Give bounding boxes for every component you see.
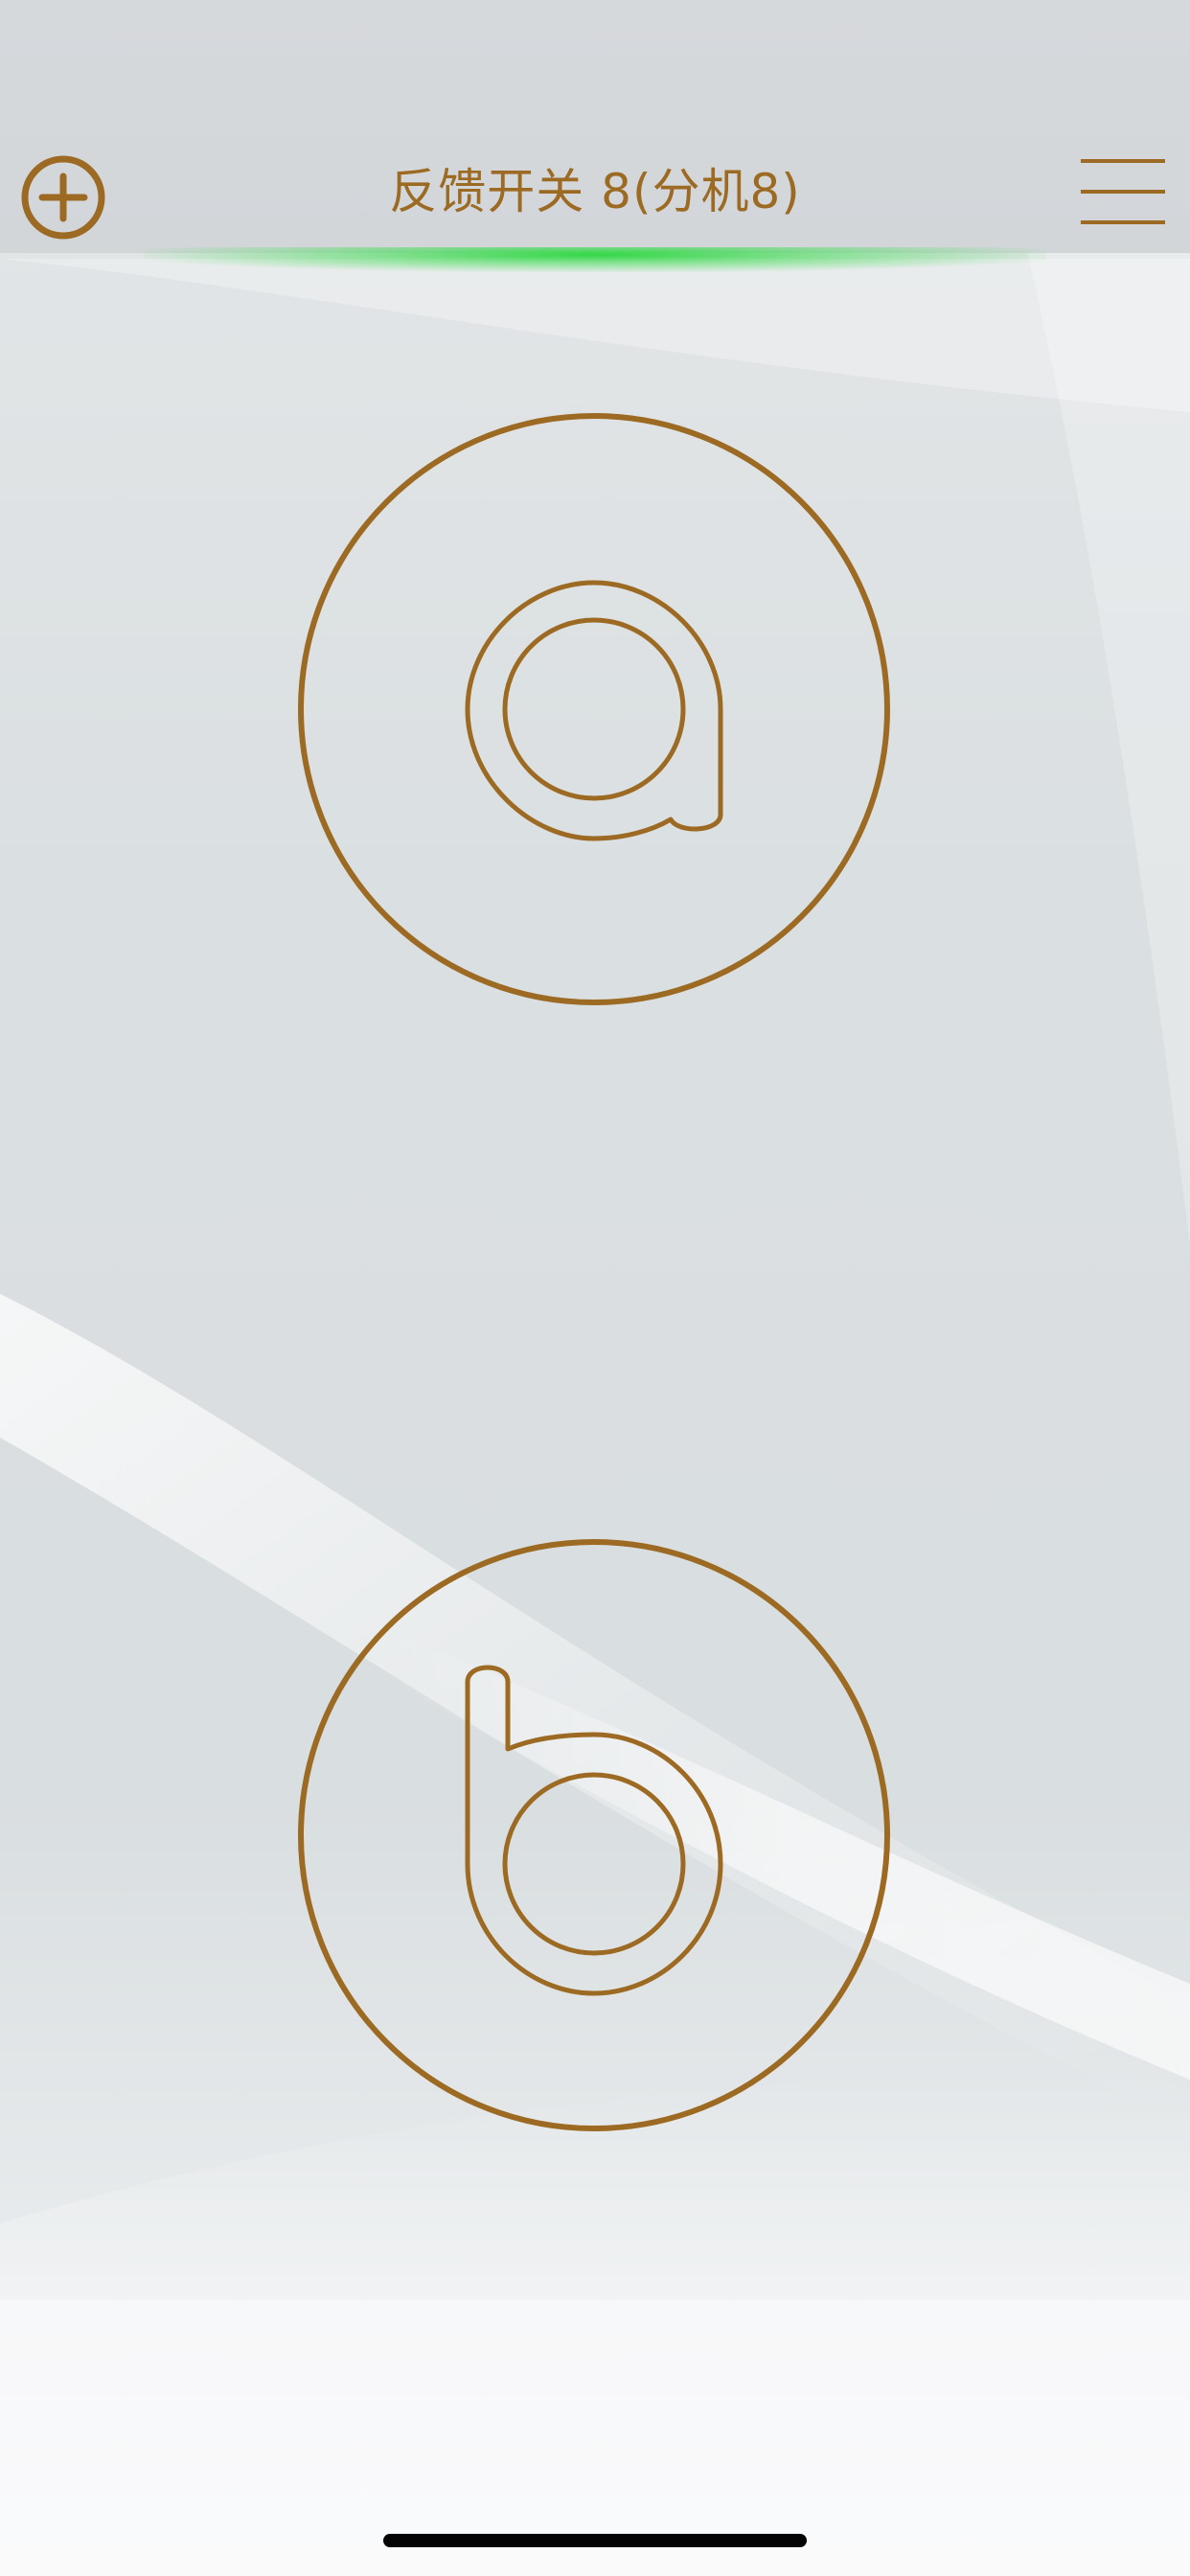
- letter-b-icon: [465, 1665, 723, 1996]
- home-indicator[interactable]: [383, 2534, 807, 2547]
- status-glow-bar: [144, 247, 1046, 272]
- letter-a-icon: [465, 580, 723, 841]
- background: [0, 0, 1190, 2576]
- hamburger-menu-icon: [1081, 159, 1165, 224]
- page-title: 反馈开关 8(分机8): [389, 164, 801, 219]
- switch-b-button[interactable]: [297, 1538, 891, 2132]
- menu-button[interactable]: [1077, 155, 1169, 228]
- switch-a-button[interactable]: [297, 412, 891, 1006]
